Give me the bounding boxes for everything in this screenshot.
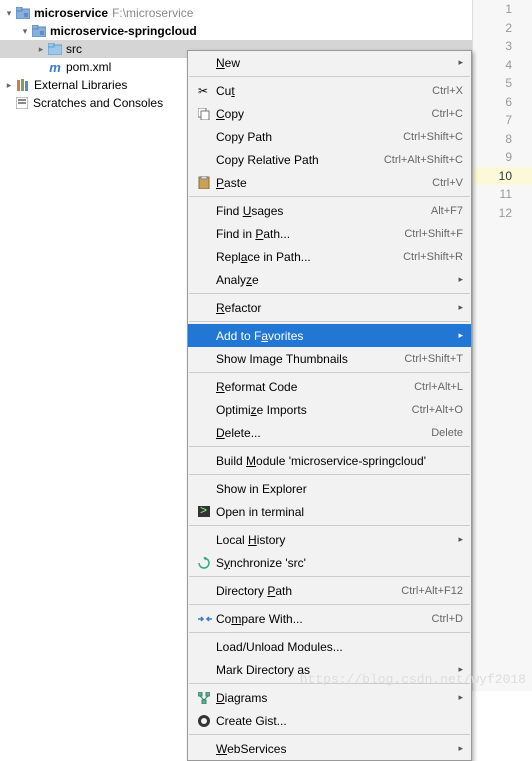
menu-show-thumbnails[interactable]: Show Image ThumbnailsCtrl+Shift+T	[188, 347, 471, 370]
menu-reformat-code[interactable]: Reformat CodeCtrl+Alt+L	[188, 375, 471, 398]
menu-separator	[189, 293, 470, 294]
source-folder-icon	[47, 41, 63, 57]
tree-label: pom.xml	[66, 60, 111, 74]
menu-separator	[189, 446, 470, 447]
menu-copy[interactable]: CopyCtrl+C	[188, 102, 471, 125]
menu-separator	[189, 474, 470, 475]
library-icon	[15, 77, 31, 93]
menu-separator	[189, 576, 470, 577]
menu-directory-path[interactable]: Directory PathCtrl+Alt+F12	[188, 579, 471, 602]
tree-label: Scratches and Consoles	[33, 96, 163, 110]
menu-webservices[interactable]: WebServices▸	[188, 737, 471, 760]
tree-label: src	[66, 42, 82, 56]
menu-find-in-path[interactable]: Find in Path...Ctrl+Shift+F	[188, 222, 471, 245]
svg-text:>: >	[200, 506, 207, 517]
menu-diagrams[interactable]: Diagrams▸	[188, 686, 471, 709]
line-number: 12	[473, 204, 532, 223]
tree-node-root[interactable]: ▾ microservice F:\microservice	[0, 4, 472, 22]
scratches-icon	[14, 95, 30, 111]
maven-icon: m	[47, 59, 63, 75]
expand-icon[interactable]: ▸	[36, 44, 46, 55]
menu-separator	[189, 632, 470, 633]
sync-icon	[198, 557, 216, 569]
editor-gutter: 1 2 3 4 5 6 7 8 9 10 11 12	[472, 0, 532, 691]
compare-icon	[198, 614, 216, 624]
watermark: https://blog.csdn.net/wyf2018	[300, 672, 526, 687]
menu-load-unload-modules[interactable]: Load/Unload Modules...	[188, 635, 471, 658]
context-menu: New▸ ✂CutCtrl+X CopyCtrl+C Copy PathCtrl…	[187, 50, 472, 761]
diagram-icon	[198, 692, 216, 704]
collapse-icon[interactable]: ▾	[4, 8, 14, 19]
cut-icon: ✂	[198, 84, 216, 98]
menu-optimize-imports[interactable]: Optimize ImportsCtrl+Alt+O	[188, 398, 471, 421]
menu-build-module[interactable]: Build Module 'microservice-springcloud'	[188, 449, 471, 472]
line-number: 2	[473, 19, 532, 38]
menu-show-in-explorer[interactable]: Show in Explorer	[188, 477, 471, 500]
tree-label: microservice-springcloud	[50, 24, 197, 38]
line-number: 9	[473, 148, 532, 167]
menu-separator	[189, 525, 470, 526]
menu-paste[interactable]: PasteCtrl+V	[188, 171, 471, 194]
menu-copy-relative-path[interactable]: Copy Relative PathCtrl+Alt+Shift+C	[188, 148, 471, 171]
collapse-icon[interactable]: ▾	[20, 26, 30, 37]
menu-copy-path[interactable]: Copy PathCtrl+Shift+C	[188, 125, 471, 148]
github-icon	[198, 715, 216, 727]
line-number: 4	[473, 56, 532, 75]
menu-separator	[189, 196, 470, 197]
menu-cut[interactable]: ✂CutCtrl+X	[188, 79, 471, 102]
module-icon	[31, 23, 47, 39]
line-number: 6	[473, 93, 532, 112]
menu-analyze[interactable]: Analyze▸	[188, 268, 471, 291]
menu-separator	[189, 604, 470, 605]
tree-node-module[interactable]: ▾ microservice-springcloud	[0, 22, 472, 40]
menu-separator	[189, 734, 470, 735]
line-number: 1	[473, 0, 532, 19]
menu-find-usages[interactable]: Find UsagesAlt+F7	[188, 199, 471, 222]
menu-new[interactable]: New▸	[188, 51, 471, 74]
menu-replace-in-path[interactable]: Replace in Path...Ctrl+Shift+R	[188, 245, 471, 268]
line-number-current: 10	[473, 167, 532, 186]
module-icon	[15, 5, 31, 21]
line-number: 8	[473, 130, 532, 149]
menu-local-history[interactable]: Local History▸	[188, 528, 471, 551]
tree-path: F:\microservice	[112, 6, 193, 20]
line-number: 11	[473, 185, 532, 204]
menu-compare-with[interactable]: Compare With...Ctrl+D	[188, 607, 471, 630]
menu-separator	[189, 372, 470, 373]
menu-separator	[189, 321, 470, 322]
menu-delete[interactable]: Delete...Delete	[188, 421, 471, 444]
line-number: 5	[473, 74, 532, 93]
line-number: 7	[473, 111, 532, 130]
terminal-icon: >	[198, 506, 216, 517]
menu-open-in-terminal[interactable]: >Open in terminal	[188, 500, 471, 523]
tree-label: microservice	[34, 6, 108, 20]
paste-icon	[198, 176, 216, 189]
menu-add-to-favorites[interactable]: Add to Favorites▸	[188, 324, 471, 347]
menu-synchronize[interactable]: Synchronize 'src'	[188, 551, 471, 574]
expand-icon[interactable]: ▸	[4, 80, 14, 91]
menu-create-gist[interactable]: Create Gist...	[188, 709, 471, 732]
menu-separator	[189, 76, 470, 77]
line-number: 3	[473, 37, 532, 56]
copy-icon	[198, 108, 216, 120]
tree-label: External Libraries	[34, 78, 127, 92]
menu-refactor[interactable]: Refactor▸	[188, 296, 471, 319]
